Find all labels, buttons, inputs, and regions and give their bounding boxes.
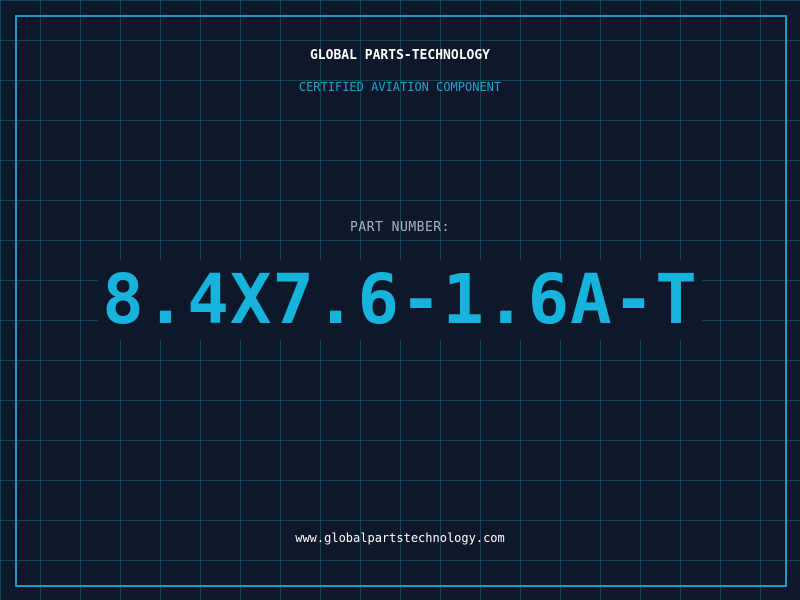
certification-subtitle: CERTIFIED AVIATION COMPONENT <box>298 80 502 94</box>
company-name: GLOBAL PARTS-TECHNOLOGY <box>309 48 490 63</box>
part-number-value: 8.4X7.6-1.6A-T <box>98 260 702 340</box>
certificate-canvas: GLOBAL PARTS-TECHNOLOGY CERTIFIED AVIATI… <box>0 0 800 600</box>
part-number-container: 8.4X7.6-1.6A-T <box>0 258 800 342</box>
website-url: www.globalpartstechnology.com <box>295 531 505 545</box>
part-number-label: PART NUMBER: <box>350 220 450 235</box>
